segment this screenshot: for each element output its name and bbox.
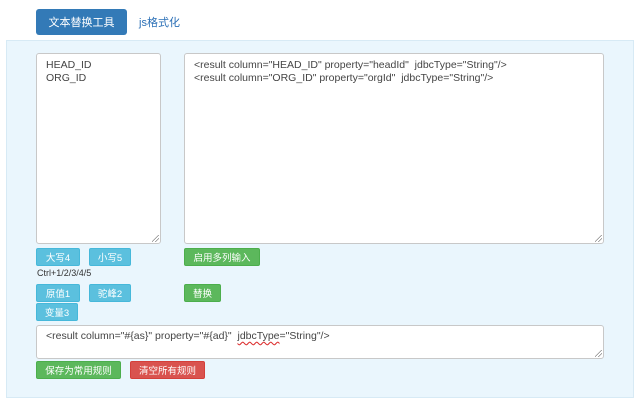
clear-rules-button[interactable]: 清空所有规则 xyxy=(130,361,205,379)
top-nav: 文本替换工具 js格式化 xyxy=(0,0,640,40)
tab-js-format[interactable]: js格式化 xyxy=(139,9,180,35)
tab-text-replace[interactable]: 文本替换工具 xyxy=(36,9,127,35)
multi-column-button[interactable]: 启用多列输入 xyxy=(184,248,260,266)
variable-button[interactable]: 变量3 xyxy=(36,303,78,321)
template-prefix: <result column="#{as}" property="#{ad}" xyxy=(46,330,238,342)
result-textarea[interactable]: <result column="HEAD_ID" property="headI… xyxy=(184,53,604,244)
lowercase-button[interactable]: 小写5 xyxy=(89,248,131,266)
save-rule-button[interactable]: 保存为常用规则 xyxy=(36,361,121,379)
original-value-button[interactable]: 原值1 xyxy=(36,284,80,302)
uppercase-button[interactable]: 大写4 xyxy=(36,248,80,266)
template-underlined-word: jdbcType xyxy=(237,330,280,342)
source-textarea[interactable]: HEAD_ID ORG_ID xyxy=(36,53,161,244)
replace-button[interactable]: 替换 xyxy=(184,284,221,302)
template-suffix: ="String"/> xyxy=(279,330,330,342)
shortcut-hint: Ctrl+1/2/3/4/5 xyxy=(37,268,92,278)
camel-case-button[interactable]: 驼峰2 xyxy=(89,284,131,302)
template-input[interactable]: <result column="#{as}" property="#{ad}" … xyxy=(36,325,604,359)
